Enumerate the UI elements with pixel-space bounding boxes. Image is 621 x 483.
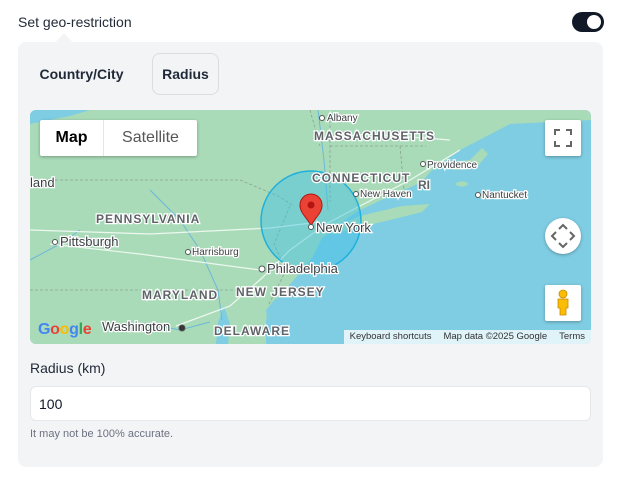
pegman-icon <box>557 289 569 316</box>
map-type-satellite-button[interactable]: Satellite <box>104 120 197 156</box>
label-connecticut: CONNECTICUT <box>312 171 410 185</box>
city-dot-new-york <box>308 224 314 230</box>
fullscreen-icon <box>554 129 572 147</box>
geo-restriction-panel: Country/City Radius Albany MASSACHUSETTS… <box>18 33 603 467</box>
label-new-york: New York <box>316 220 371 235</box>
city-dot-nantucket <box>475 192 481 198</box>
fullscreen-button[interactable] <box>545 120 581 156</box>
label-washington: Washington <box>102 319 170 334</box>
island-marthas-vineyard <box>456 181 468 187</box>
map-attribution: Keyboard shortcuts Map data ©2025 Google… <box>343 330 591 344</box>
tab-country-city[interactable]: Country/City <box>28 53 135 95</box>
label-philadelphia: Philadelphia <box>267 261 339 276</box>
header-title: Set geo-restriction <box>18 14 132 30</box>
radius-hint: It may not be 100% accurate. <box>30 428 174 440</box>
camera-control-button[interactable] <box>545 218 581 254</box>
terms-link[interactable]: Terms <box>553 330 591 344</box>
geo-restriction-header: Set geo-restriction <box>18 12 604 34</box>
label-new-jersey: NEW JERSEY <box>236 285 325 299</box>
radius-input[interactable] <box>30 386 591 421</box>
label-new-haven: New Haven <box>360 189 412 200</box>
geo-restriction-toggle[interactable] <box>572 12 604 32</box>
city-dot-new-haven <box>353 191 359 197</box>
tab-radius[interactable]: Radius <box>152 53 219 95</box>
panel-notch <box>55 33 73 51</box>
label-pennsylvania: PENNSYLVANIA <box>96 212 200 226</box>
city-dot-harrisburg <box>185 249 191 255</box>
pan-arrows-icon <box>550 223 576 249</box>
city-dot-washington <box>178 324 186 332</box>
google-logo: Google <box>38 321 92 338</box>
map-type-control: Map Satellite <box>40 120 197 156</box>
city-dot-philadelphia <box>258 265 266 273</box>
label-ri: RI <box>418 178 430 192</box>
radius-label: Radius (km) <box>30 360 106 376</box>
label-providence: Providence <box>427 160 477 171</box>
label-delaware: DELAWARE <box>214 324 290 338</box>
street-view-pegman-button[interactable] <box>545 285 581 321</box>
label-maryland: MARYLAND <box>142 288 218 302</box>
label-albany: Albany <box>327 113 358 124</box>
keyboard-shortcuts-link[interactable]: Keyboard shortcuts <box>344 330 438 344</box>
city-dot-pittsburgh <box>52 239 58 245</box>
map-view[interactable]: Albany MASSACHUSETTS Providence CONNECTI… <box>30 110 591 344</box>
label-harrisburg: Harrisburg <box>192 247 239 258</box>
label-nantucket: Nantucket <box>482 190 527 201</box>
city-dot-albany <box>319 115 325 121</box>
toggle-knob <box>587 15 601 29</box>
label-land: land <box>30 175 55 190</box>
label-massachusetts: MASSACHUSETTS <box>314 129 435 143</box>
map-type-map-button[interactable]: Map <box>40 120 104 156</box>
city-dot-providence <box>420 161 426 167</box>
map-data-attribution: Map data ©2025 Google <box>443 331 548 342</box>
label-pittsburgh: Pittsburgh <box>60 234 119 249</box>
